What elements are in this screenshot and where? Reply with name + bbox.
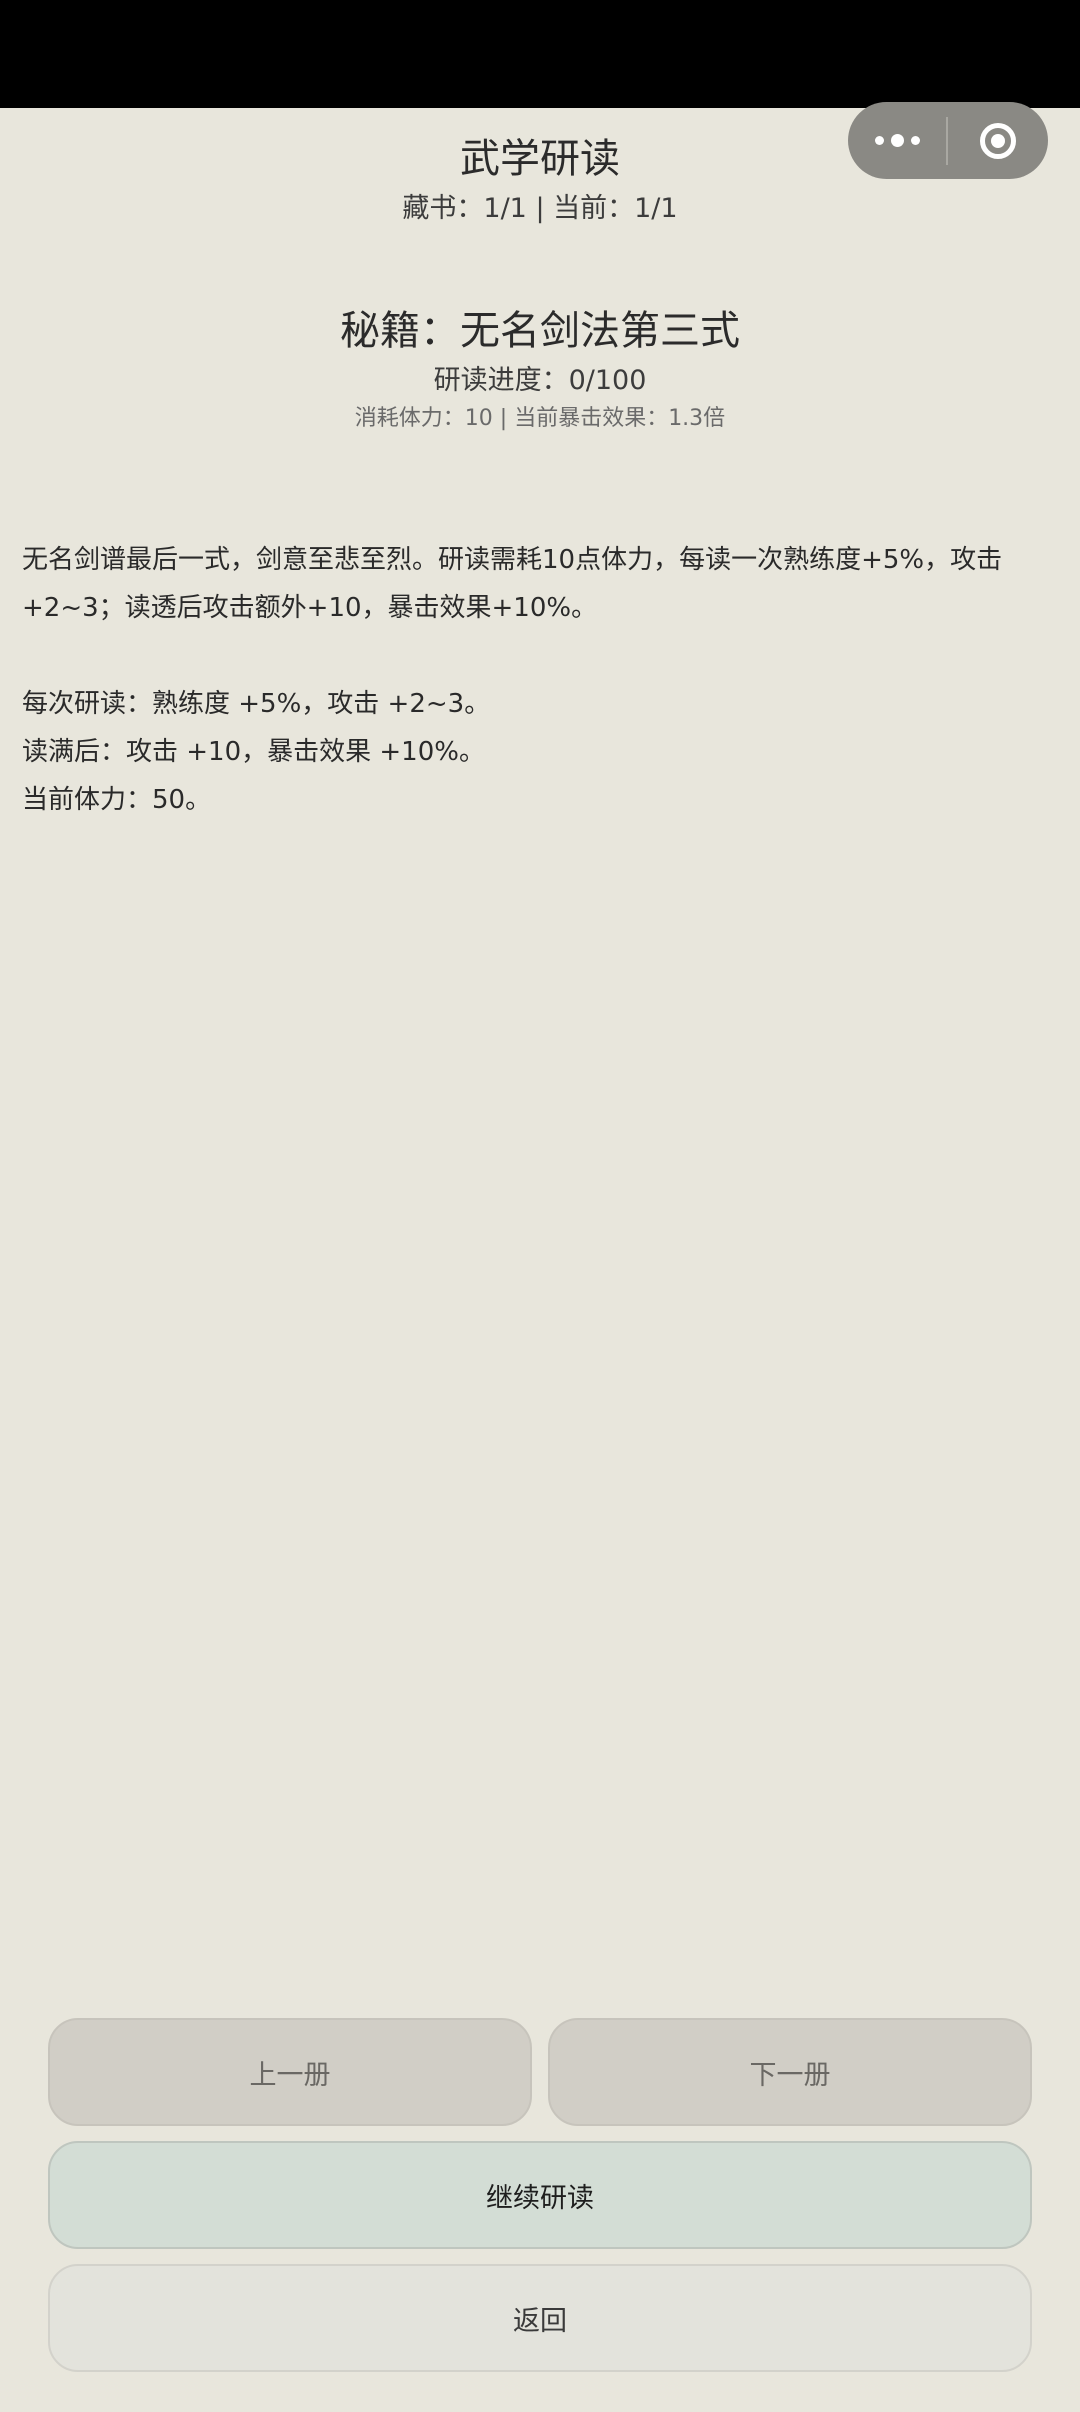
status-bar bbox=[0, 0, 1080, 108]
book-description: 无名剑谱最后一式，剑意至悲至烈。研读需耗10点体力，每读一次熟练度+5%，攻击+… bbox=[22, 536, 1062, 824]
collection-status: 藏书：1/1 | 当前：1/1 bbox=[402, 193, 678, 224]
description-intro: 无名剑谱最后一式，剑意至悲至烈。研读需耗10点体力，每读一次熟练度+5%，攻击+… bbox=[22, 545, 1003, 623]
description-on-full: 读满后：攻击 +10，暴击效果 +10%。 bbox=[22, 737, 485, 767]
continue-reading-button[interactable]: 继续研读 bbox=[48, 2141, 1032, 2249]
book-title: 秘籍：无名剑法第三式 bbox=[340, 308, 740, 354]
next-book-button[interactable]: 下一册 bbox=[548, 2018, 1032, 2126]
back-button[interactable]: 返回 bbox=[48, 2264, 1032, 2372]
prev-book-button[interactable]: 上一册 bbox=[48, 2018, 532, 2126]
book-meta: 消耗体力：10 | 当前暴击效果：1.3倍 bbox=[354, 406, 726, 431]
page-title: 武学研读 bbox=[460, 136, 620, 182]
description-stamina: 当前体力：50。 bbox=[22, 785, 212, 815]
description-gap bbox=[22, 632, 1062, 680]
reading-progress: 研读进度：0/100 bbox=[433, 365, 647, 396]
description-per-read: 每次研读：熟练度 +5%，攻击 +2~3。 bbox=[22, 689, 491, 719]
